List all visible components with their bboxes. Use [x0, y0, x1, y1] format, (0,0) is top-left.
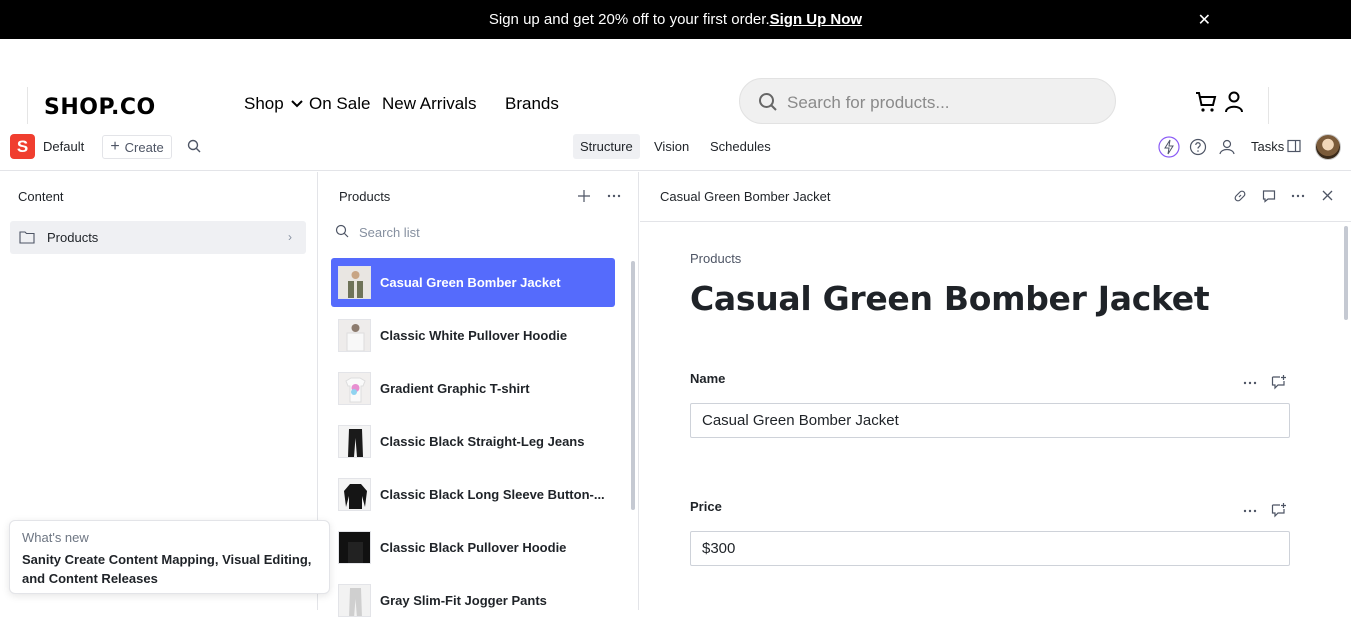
list-search-placeholder: Search list [359, 225, 420, 240]
folder-icon [19, 231, 35, 244]
site-logo[interactable]: SHOP.CO [44, 95, 156, 120]
content-pane-title: Content [18, 189, 64, 204]
whats-new-heading: What's new [22, 530, 89, 545]
list-item-name: Gray Slim-Fit Jogger Pants [380, 593, 547, 608]
price-field-actions [1243, 502, 1287, 523]
list-item-name: Classic White Pullover Hoodie [380, 328, 568, 343]
tab-schedules[interactable]: Schedules [703, 134, 778, 159]
tab-structure[interactable]: Structure [573, 134, 640, 159]
search-icon[interactable] [187, 139, 201, 153]
add-icon[interactable] [577, 189, 591, 203]
nav-on-sale[interactable]: On Sale [309, 94, 370, 114]
divider [1268, 87, 1269, 125]
name-field-label: Name [690, 371, 726, 386]
workspace-name[interactable]: Default [43, 139, 84, 154]
more-icon[interactable] [607, 189, 621, 203]
sidebar-item-label: Products [47, 230, 99, 245]
product-thumbnail [338, 319, 371, 352]
help-icon[interactable] [1189, 136, 1207, 158]
price-field-label: Price [690, 499, 722, 514]
site-search-input[interactable]: Search for products... [739, 78, 1116, 124]
product-thumbnail [338, 372, 371, 405]
divider [27, 87, 28, 125]
add-comment-icon[interactable] [1271, 502, 1287, 518]
breadcrumb[interactable]: Products [690, 251, 741, 266]
close-icon[interactable] [1321, 189, 1334, 202]
sign-up-link[interactable]: Sign Up Now [770, 11, 863, 28]
cart-icon[interactable] [1195, 91, 1217, 113]
document-scrollbar[interactable] [1344, 226, 1348, 320]
tasks-label: Tasks [1251, 139, 1285, 154]
create-button[interactable]: + Create [102, 135, 172, 159]
product-thumbnail [338, 478, 371, 511]
user-icon[interactable] [1224, 91, 1244, 113]
tasks-button[interactable]: Tasks [1251, 139, 1284, 154]
nav-shop[interactable]: Shop [244, 94, 304, 114]
search-icon [335, 224, 349, 238]
list-scrollbar[interactable] [631, 261, 635, 510]
list-item[interactable]: Gray Slim-Fit Jogger Pants [331, 576, 615, 625]
site-header: SHOP.CO Shop On Sale New Arrivals Brands… [0, 39, 1351, 125]
promo-text: Sign up and get 20% off to your first or… [488, 11, 770, 28]
document-pane: Casual Green Bomber Jacket Products Casu… [640, 172, 1351, 610]
presence-icon[interactable] [1218, 136, 1236, 158]
avatar[interactable] [1315, 134, 1341, 160]
workspace-logo[interactable]: S [10, 134, 35, 159]
create-label: Create [124, 139, 164, 155]
more-icon[interactable] [1243, 376, 1257, 390]
plus-icon: + [110, 138, 120, 155]
page-title: Casual Green Bomber Jacket [690, 279, 1210, 318]
list-item[interactable]: Gradient Graphic T-shirt [331, 364, 615, 413]
chevron-right-icon: › [288, 230, 292, 244]
products-list-pane: Products Search list Casual Green Bomber… [319, 172, 639, 617]
search-icon [759, 93, 777, 111]
list-item-name: Classic Black Straight-Leg Jeans [380, 434, 585, 449]
tab-vision[interactable]: Vision [647, 134, 696, 159]
promo-banner: Sign up and get 20% off to your first or… [0, 0, 1351, 39]
divider [640, 221, 1351, 222]
close-icon[interactable]: ✕ [1198, 10, 1211, 30]
sidebar-item-products[interactable]: Products › [10, 221, 306, 254]
list-item[interactable]: Casual Green Bomber Jacket [331, 258, 615, 307]
more-icon[interactable] [1291, 189, 1305, 203]
link-icon[interactable] [1233, 189, 1247, 203]
name-field[interactable]: Casual Green Bomber Jacket [690, 403, 1290, 438]
chevron-down-icon [291, 100, 304, 108]
name-field-actions [1243, 374, 1287, 395]
panel-icon[interactable] [1287, 139, 1301, 153]
list-item[interactable]: Classic Black Straight-Leg Jeans [331, 417, 615, 466]
list-item[interactable]: Classic Black Pullover Hoodie [331, 523, 615, 572]
nav-shop-label: Shop [244, 94, 284, 113]
list-item-name: Gradient Graphic T-shirt [380, 381, 530, 396]
nav-brands[interactable]: Brands [505, 94, 559, 114]
lightning-icon[interactable] [1158, 136, 1180, 158]
product-thumbnail [338, 425, 371, 458]
list-item[interactable]: Classic White Pullover Hoodie [331, 311, 615, 360]
list-search-input[interactable]: Search list [335, 224, 420, 241]
whats-new-card[interactable]: What's new Sanity Create Content Mapping… [9, 520, 330, 594]
whats-new-body: Sanity Create Content Mapping, Visual Ed… [22, 552, 312, 586]
list-item[interactable]: Classic Black Long Sleeve Button-... [331, 470, 615, 519]
product-thumbnail [338, 531, 371, 564]
site-search-placeholder: Search for products... [787, 93, 950, 112]
product-thumbnail [338, 584, 371, 617]
document-header-title: Casual Green Bomber Jacket [660, 189, 831, 204]
price-field[interactable]: $300 [690, 531, 1290, 566]
nav-new-arrivals[interactable]: New Arrivals [382, 94, 476, 114]
comment-icon[interactable] [1262, 189, 1276, 203]
list-item-name: Classic Black Long Sleeve Button-... [380, 487, 605, 502]
list-item-name: Casual Green Bomber Jacket [380, 275, 561, 290]
add-comment-icon[interactable] [1271, 374, 1287, 390]
more-icon[interactable] [1243, 504, 1257, 518]
studio-toolbar: S Default + Create Structure Vision Sche… [0, 124, 1351, 171]
list-item-name: Classic Black Pullover Hoodie [380, 540, 567, 555]
list-pane-title: Products [339, 189, 391, 204]
product-thumbnail [338, 266, 371, 299]
